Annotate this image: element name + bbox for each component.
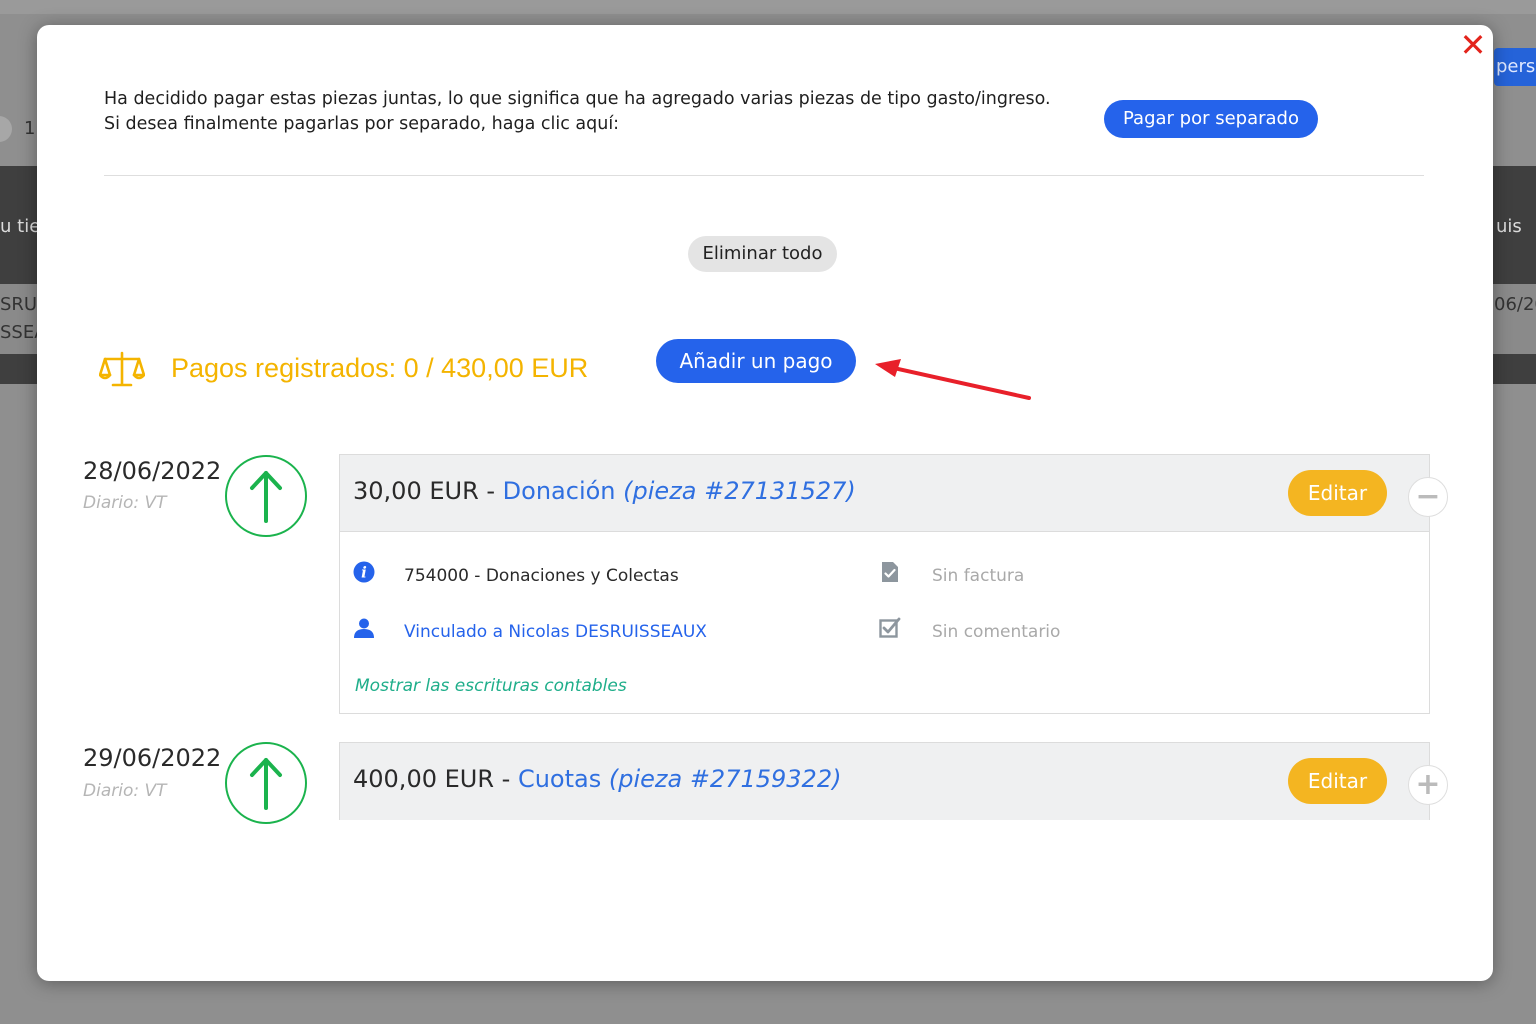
annotation-arrow-icon — [875, 359, 1031, 400]
payment-category-link[interactable]: Cuotas — [518, 765, 601, 793]
linked-contact-link[interactable]: Vinculado a Nicolas DESRUISSEAUX — [404, 622, 707, 642]
entry-date: 29/06/2022 — [83, 744, 222, 772]
background-text: 06/20 — [1494, 294, 1536, 315]
add-payment-button[interactable]: Añadir un pago — [656, 339, 856, 383]
background-button: perso — [1494, 48, 1536, 86]
scale-icon — [99, 351, 145, 387]
payment-card-header: 30,00 EUR - Donación (pieza #27131527) E… — [340, 455, 1429, 532]
piece-link[interactable]: (pieza #27131527) — [623, 477, 856, 505]
intro-line-2: Si desea finalmente pagarlas por separad… — [104, 114, 620, 134]
payment-amount: 30,00 EUR — [353, 477, 479, 505]
minus-icon: − — [1415, 479, 1441, 514]
income-arrow-icon — [225, 455, 307, 537]
edit-button[interactable]: Editar — [1288, 470, 1387, 516]
background-topbar — [0, 0, 1536, 14]
edit-button[interactable]: Editar — [1288, 758, 1387, 804]
plus-icon: + — [1415, 767, 1441, 802]
entry-journal: Diario: VT — [83, 781, 167, 801]
intro-text: Ha decidido pagar estas piezas juntas, l… — [104, 87, 1084, 137]
user-icon — [354, 618, 374, 638]
entry-journal: Diario: VT — [83, 493, 167, 513]
background-text: uis — [1496, 216, 1522, 237]
background-avatar — [0, 116, 12, 142]
payment-category-link[interactable]: Donación — [503, 477, 616, 505]
background-text: u tie — [0, 216, 41, 237]
background-text: 1 — [24, 118, 36, 139]
payment-amount: 400,00 EUR — [353, 765, 495, 793]
payment-card-header: 400,00 EUR - Cuotas (pieza #27159322) Ed… — [340, 743, 1429, 820]
comment-edit-icon — [879, 617, 901, 638]
income-arrow-icon — [225, 742, 307, 824]
divider — [104, 175, 1424, 176]
account-label: 754000 - Donaciones y Colectas — [404, 566, 679, 586]
comment-status: Sin comentario — [932, 622, 1061, 642]
svg-text:i: i — [361, 564, 367, 582]
show-accounting-entries-link[interactable]: Mostrar las escrituras contables — [355, 676, 627, 696]
title-separator: - — [494, 765, 518, 793]
expand-button[interactable]: + — [1408, 765, 1448, 805]
title-separator: - — [478, 477, 503, 505]
piece-link[interactable]: (pieza #27159322) — [609, 765, 842, 793]
registered-payments-label: Pagos registrados: 0 / 430,00 EUR — [171, 353, 589, 383]
payment-card: 30,00 EUR - Donación (pieza #27131527) E… — [339, 454, 1430, 714]
intro-line-1: Ha decidido pagar estas piezas juntas, l… — [104, 89, 1051, 109]
info-icon: i — [353, 561, 375, 583]
delete-all-button[interactable]: Eliminar todo — [688, 236, 837, 272]
pay-separately-button[interactable]: Pagar por separado — [1104, 100, 1318, 138]
close-icon[interactable]: ✕ — [1459, 29, 1487, 61]
invoice-check-icon — [882, 562, 898, 582]
entry-date: 28/06/2022 — [83, 457, 222, 485]
payment-modal: ✕ Ha decidido pagar estas piezas juntas,… — [37, 25, 1493, 981]
collapse-button[interactable]: − — [1408, 477, 1448, 517]
invoice-status: Sin factura — [932, 566, 1025, 586]
payment-title: 30,00 EUR - Donación (pieza #27131527) — [353, 477, 856, 505]
payment-card: 400,00 EUR - Cuotas (pieza #27159322) Ed… — [339, 742, 1430, 820]
payment-title: 400,00 EUR - Cuotas (pieza #27159322) — [353, 765, 841, 793]
